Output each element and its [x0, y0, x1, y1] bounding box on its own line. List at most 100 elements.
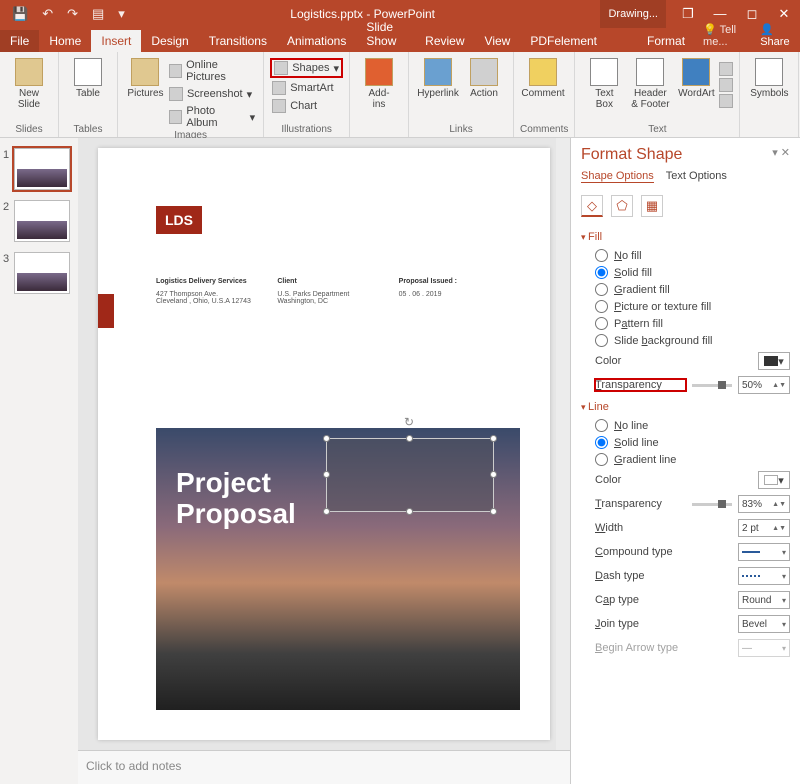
size-props-icon[interactable]: ▦	[641, 195, 663, 217]
slide-thumbnails: 1 2 3	[0, 138, 78, 784]
fill-transparency-value[interactable]: 50%▲▼	[738, 376, 790, 394]
chart-button[interactable]: Chart	[270, 98, 343, 114]
compound-type-label: Compound type	[595, 546, 732, 558]
text-more-icon-2[interactable]	[719, 78, 733, 92]
line-transparency-value[interactable]: 83%▲▼	[738, 495, 790, 513]
join-type-drop[interactable]: Bevel▾	[738, 615, 790, 633]
logo: LDS	[156, 206, 202, 234]
resize-handle[interactable]	[406, 508, 413, 515]
hyperlink-button[interactable]: Hyperlink	[415, 54, 461, 99]
redo-icon[interactable]: ↷	[67, 6, 78, 22]
line-color-label: Color	[595, 474, 752, 486]
tab-animations[interactable]: Animations	[277, 30, 356, 52]
resize-handle[interactable]	[490, 508, 497, 515]
addins-button[interactable]: Add- ins	[356, 54, 402, 110]
join-type-label: Join type	[595, 618, 732, 630]
group-slides: Slides	[6, 124, 52, 135]
header-footer-button[interactable]: Header & Footer	[627, 54, 673, 110]
tell-me[interactable]: 💡 Tell me...	[695, 19, 750, 52]
resize-handle[interactable]	[323, 508, 330, 515]
opt-slide-bg-fill[interactable]: Slide background fill	[581, 332, 790, 349]
vertical-scrollbar[interactable]	[556, 138, 570, 750]
opt-gradient-line[interactable]: Gradient line	[581, 451, 790, 468]
wordart-button[interactable]: WordArt	[673, 54, 719, 99]
pane-close-icon[interactable]: ✕	[781, 147, 790, 159]
resize-handle[interactable]	[406, 435, 413, 442]
comment-button[interactable]: Comment	[520, 54, 566, 99]
opt-no-fill[interactable]: No fill	[581, 247, 790, 264]
tab-pdfelement[interactable]: PDFelement	[520, 30, 607, 52]
start-show-icon[interactable]: ▤	[92, 6, 104, 22]
slide-editor: LDS Logistics Delivery Services427 Thomp…	[78, 138, 570, 784]
text-more-icon-3[interactable]	[719, 94, 733, 108]
share-button[interactable]: 👤 Share	[750, 19, 800, 52]
begin-arrow-drop: —▾	[738, 639, 790, 657]
section-fill[interactable]: Fill	[581, 227, 790, 247]
thumb-3[interactable]: 3	[14, 252, 70, 294]
group-text: Text	[581, 124, 733, 135]
thumb-1[interactable]: 1	[14, 148, 70, 190]
resize-handle[interactable]	[490, 471, 497, 478]
compound-type-drop[interactable]: ▾	[738, 543, 790, 561]
tab-view[interactable]: View	[475, 30, 521, 52]
opt-solid-line[interactable]: Solid line	[581, 434, 790, 451]
save-icon[interactable]: 💾	[12, 6, 28, 22]
fill-transparency-slider[interactable]	[692, 384, 732, 387]
opt-solid-fill[interactable]: Solid fill	[581, 264, 790, 281]
tab-format[interactable]: Format	[637, 30, 695, 52]
opt-gradient-fill[interactable]: Gradient fill	[581, 281, 790, 298]
tab-design[interactable]: Design	[141, 30, 198, 52]
action-button[interactable]: Action	[461, 54, 507, 99]
textbox-button[interactable]: Text Box	[581, 54, 627, 110]
pane-menu-icon[interactable]: ▾	[772, 147, 778, 159]
format-shape-pane: Format Shape ▾ ✕ Shape Options Text Optio…	[570, 138, 800, 784]
resize-handle[interactable]	[490, 435, 497, 442]
shapes-button[interactable]: Shapes▾	[270, 58, 343, 78]
thumb-2[interactable]: 2	[14, 200, 70, 242]
group-illustrations: Illustrations	[270, 124, 343, 135]
opt-picture-fill[interactable]: Picture or texture fill	[581, 298, 790, 315]
rotate-handle[interactable]: ↻	[404, 415, 414, 429]
ribbon-tabs: File Home Insert Design Transitions Anim…	[0, 28, 800, 52]
fill-line-icon[interactable]: ◇	[581, 195, 603, 217]
fill-transparency-label: Transparency	[595, 379, 686, 391]
pane-tab-shape-options[interactable]: Shape Options	[581, 170, 654, 183]
cap-type-drop[interactable]: Round▾	[738, 591, 790, 609]
table-button[interactable]: Table	[65, 54, 111, 99]
opt-pattern-fill[interactable]: Pattern fill	[581, 315, 790, 332]
resize-handle[interactable]	[323, 471, 330, 478]
selected-shape[interactable]: ↻	[326, 438, 494, 512]
smartart-button[interactable]: SmartArt	[270, 80, 343, 96]
tab-transitions[interactable]: Transitions	[199, 30, 277, 52]
effects-icon[interactable]: ⬠	[611, 195, 633, 217]
tab-review[interactable]: Review	[415, 30, 474, 52]
line-color-button[interactable]: ▾	[758, 471, 790, 489]
pane-title: Format Shape	[581, 146, 682, 164]
undo-icon[interactable]: ↶	[42, 6, 53, 22]
notes-pane[interactable]: Click to add notes	[78, 750, 570, 784]
shapes-icon	[274, 61, 288, 75]
tab-file[interactable]: File	[0, 30, 39, 52]
qat-more-icon[interactable]: ▾	[118, 6, 125, 22]
context-tab-label: Drawing...	[600, 0, 666, 28]
pictures-button[interactable]: Pictures	[124, 54, 167, 99]
resize-handle[interactable]	[323, 435, 330, 442]
photo-album-button[interactable]: Photo Album▾	[167, 104, 257, 130]
tab-insert[interactable]: Insert	[91, 30, 141, 52]
line-transparency-slider[interactable]	[692, 503, 732, 506]
ribbon: New SlideSlides TableTables Pictures Onl…	[0, 52, 800, 138]
text-more-icon[interactable]	[719, 62, 733, 76]
red-accent	[98, 294, 114, 328]
fill-color-button[interactable]: ▾	[758, 352, 790, 370]
online-pictures-button[interactable]: Online Pictures	[167, 58, 257, 84]
line-width-value[interactable]: 2 pt▲▼	[738, 519, 790, 537]
dash-type-drop[interactable]: ▾	[738, 567, 790, 585]
tab-home[interactable]: Home	[39, 30, 91, 52]
section-line[interactable]: Line	[581, 397, 790, 417]
new-slide-button[interactable]: New Slide	[6, 54, 52, 110]
screenshot-button[interactable]: Screenshot▾	[167, 86, 257, 102]
pane-tab-text-options[interactable]: Text Options	[666, 170, 727, 183]
tab-slideshow[interactable]: Slide Show	[356, 16, 415, 52]
opt-no-line[interactable]: No line	[581, 417, 790, 434]
symbols-button[interactable]: Symbols	[746, 54, 792, 99]
